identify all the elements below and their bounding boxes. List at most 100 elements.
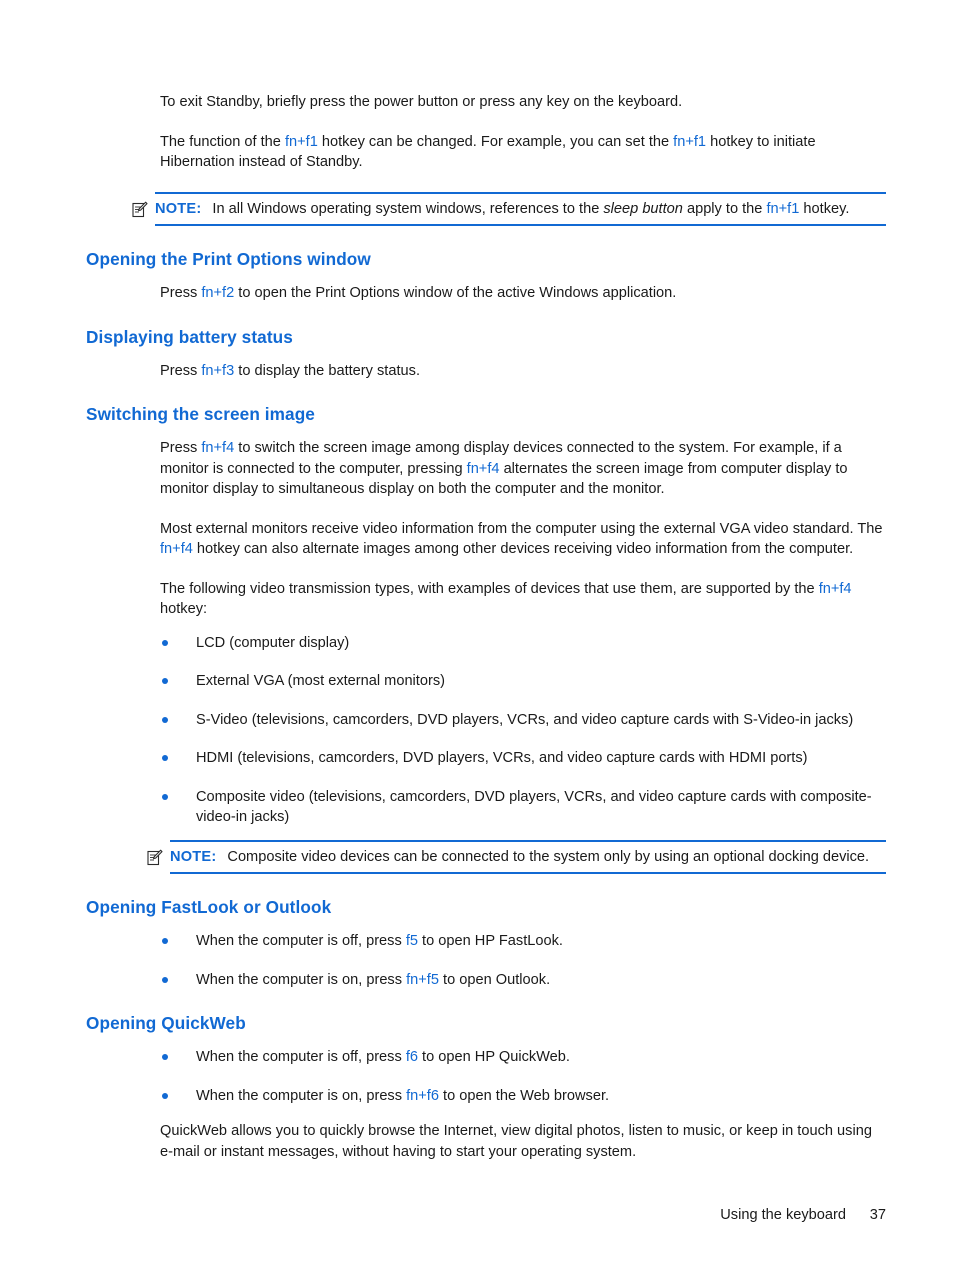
fastlook-list: When the computer is off, press f5 to op… [0,931,954,990]
print-options-text-1: Press [160,285,202,301]
hotkey-fn-f1-c: fn+f1 [766,200,800,217]
screen-image-p2-text-2: hotkey can also alternate images among o… [192,541,854,557]
note1-text-1: In all Windows operating system windows,… [212,200,604,217]
page-number: 37 [869,1207,886,1223]
screen-image-paragraph-1: Press fn+f4 to switch the screen image a… [0,438,954,500]
note-callout-2-text: NOTE: Composite video devices can be conn… [170,847,886,868]
note-callout-2-box: NOTE: Composite video devices can be conn… [147,839,886,874]
footer-title: Using the keyboard [720,1207,846,1223]
hotkey-fn-f1-b: fn+f1 [673,133,707,150]
section-quickweb: Opening QuickWeb [0,1012,954,1034]
note-callout-1-box: NOTE: In all Windows operating system win… [132,191,886,226]
note1-emphasis: sleep button [603,200,683,217]
screen-image-paragraph-3: The following video transmission types, … [0,579,954,620]
quickweb-list-block: When the computer is off, press f6 to op… [0,1047,954,1106]
list-item: Composite video (televisions, camcorders… [0,787,954,828]
list-item: S-Video (televisions, camcorders, DVD pl… [0,710,954,731]
bullet-dot-icon [162,1092,168,1099]
quickweb-b1-text-2: to open HP QuickWeb. [418,1049,570,1065]
bullet-dot-icon [162,639,168,646]
page-footer: Using the keyboard 37 [0,1207,954,1223]
note1-text-3: hotkey. [799,200,850,217]
note-callout-1-text: NOTE: In all Windows operating system win… [155,199,886,220]
note1-text-2: apply to the [682,200,767,217]
page-content: To exit Standby, briefly press the power… [0,92,954,1181]
hotkey-f6: f6 [405,1049,418,1065]
list-item-label: Composite video (televisions, camcorders… [196,788,872,826]
hotkey-fn-f3: fn+f3 [201,362,235,379]
quickweb-b2-text-1: When the computer is on, press [196,1087,407,1104]
note-callout-1: NOTE: In all Windows operating system win… [0,191,954,226]
hotkey-fn-f1-a: fn+f1 [284,133,318,150]
hotkey-fn-f4-a: fn+f4 [201,440,235,456]
bullet-dot-icon [162,1054,168,1060]
screen-image-paragraph-2: Most external monitors receive video inf… [0,519,954,560]
video-transmission-types-list-block: LCD (computer display) External VGA (mos… [0,633,954,828]
print-options-paragraph: Press fn+f2 to open the Print Options wi… [0,283,954,304]
quickweb-closing-paragraph: QuickWeb allows you to quickly browse th… [160,1123,872,1160]
battery-status-text-1: Press [160,362,202,379]
hotkey-fn-f6: fn+f6 [406,1087,439,1104]
note-label-1: NOTE: [155,200,202,217]
list-item-label: HDMI (televisions, camcorders, DVD playe… [196,750,808,766]
section-screen-image: Switching the screen image [0,403,954,425]
list-item-label: S-Video (televisions, camcorders, DVD pl… [196,711,854,728]
intro-paragraph-1-text: To exit Standby, briefly press the power… [160,94,683,110]
list-item: HDMI (televisions, camcorders, DVD playe… [0,748,954,769]
note2-text: Composite video devices can be connected… [227,848,870,865]
heading-opening-fastlook-outlook: Opening FastLook or Outlook [86,897,332,917]
note-callout-2: NOTE: Composite video devices can be conn… [0,839,954,874]
note-pencil-icon [132,201,148,218]
quickweb-list: When the computer is off, press f6 to op… [0,1047,954,1106]
fastlook-b1-text-1: When the computer is off, press [196,933,406,949]
bullet-dot-icon [162,976,168,983]
list-item: When the computer is off, press f6 to op… [0,1047,954,1068]
bullet-dot-icon [162,793,168,800]
list-item: LCD (computer display) [0,633,954,654]
list-item-label: LCD (computer display) [196,634,350,651]
section-battery-status: Displaying battery status [0,326,954,348]
intro-p2-text-2: hotkey can be changed. For example, you … [317,133,674,150]
hotkey-f5: f5 [405,933,418,949]
battery-status-paragraph: Press fn+f3 to display the battery statu… [0,361,954,382]
intro-paragraph-2: The function of the fn+f1 hotkey can be … [0,132,954,173]
screen-image-p3-text-1: The following video transmission types, … [160,580,819,597]
bullet-dot-icon [162,938,168,944]
hotkey-fn-f4-b: fn+f4 [466,460,500,477]
fastlook-list-block: When the computer is off, press f5 to op… [0,931,954,990]
note-pencil-icon [147,849,163,866]
bullet-dot-icon [162,755,168,761]
heading-opening-quickweb: Opening QuickWeb [86,1013,246,1033]
hotkey-fn-f5: fn+f5 [406,971,439,988]
quickweb-b2-text-2: to open the Web browser. [438,1087,610,1104]
print-options-text-2: to open the Print Options window of the … [234,285,677,301]
fastlook-b2-text-1: When the computer is on, press [196,971,407,988]
heading-switching-screen-image: Switching the screen image [86,404,315,424]
list-item: When the computer is off, press f5 to op… [0,931,954,952]
list-item: When the computer is on, press fn+f5 to … [0,970,954,991]
battery-status-text-2: to display the battery status. [234,362,420,379]
list-item: External VGA (most external monitors) [0,671,954,692]
hotkey-fn-f4-c: fn+f4 [160,541,193,557]
heading-opening-print-options: Opening the Print Options window [86,249,371,269]
section-fastlook-outlook: Opening FastLook or Outlook [0,896,954,918]
note-label-2: NOTE: [170,848,217,865]
screen-image-p2-text-1: Most external monitors receive video inf… [160,520,883,537]
hotkey-fn-f4-d: fn+f4 [818,580,852,597]
fastlook-b2-text-2: to open Outlook. [438,971,551,988]
list-item: When the computer is on, press fn+f6 to … [0,1086,954,1107]
bullet-dot-icon [162,678,168,684]
quickweb-b1-text-1: When the computer is off, press [196,1049,406,1065]
video-transmission-types-list: LCD (computer display) External VGA (mos… [0,633,954,828]
bullet-dot-icon [162,716,168,723]
section-print-options: Opening the Print Options window [0,248,954,270]
intro-paragraph-1: To exit Standby, briefly press the power… [0,92,954,113]
screen-image-p1-text-1: Press [160,440,202,456]
heading-displaying-battery-status: Displaying battery status [86,326,293,347]
hotkey-fn-f2: fn+f2 [201,285,235,301]
document-page: To exit Standby, briefly press the power… [0,0,954,1270]
list-item-label: External VGA (most external monitors) [196,673,445,689]
intro-p2-text-1: The function of the [160,133,285,150]
fastlook-b1-text-2: to open HP FastLook. [418,933,563,949]
screen-image-p3-text-2: hotkey: [160,601,208,617]
